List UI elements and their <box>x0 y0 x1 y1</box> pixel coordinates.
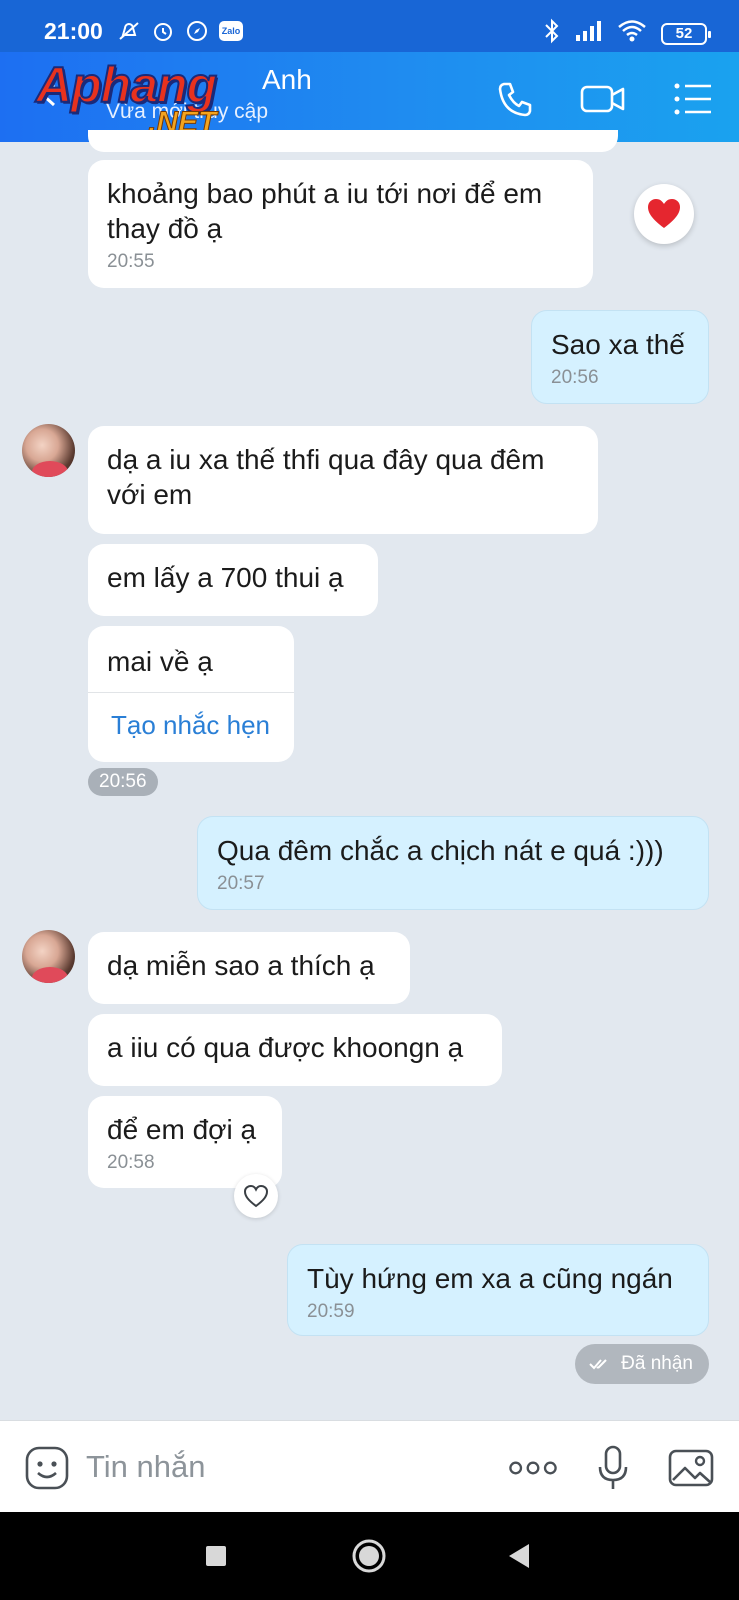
video-camera-icon <box>580 85 625 113</box>
video-call-button[interactable] <box>578 74 628 124</box>
home-button[interactable] <box>347 1534 391 1578</box>
more-options-button[interactable] <box>508 1443 558 1493</box>
emoji-sticker-icon <box>25 1446 69 1490</box>
recent-apps-button[interactable] <box>194 1534 238 1578</box>
menu-button[interactable] <box>668 74 718 124</box>
list-menu-icon <box>674 83 711 115</box>
back-button[interactable] <box>498 1534 542 1578</box>
double-check-icon <box>589 1359 607 1370</box>
phone-icon <box>498 82 532 117</box>
message-bubble-incoming[interactable]: dạ miễn sao a thích ạ <box>88 932 410 1004</box>
image-gallery-icon <box>668 1449 714 1487</box>
battery-indicator: 52 <box>661 22 711 45</box>
contact-avatar[interactable] <box>22 930 75 983</box>
alarm-off-icon <box>116 18 142 44</box>
divider <box>88 692 294 693</box>
message-bubble-incoming[interactable]: a iiu có qua được khoongn ạ <box>88 1014 502 1086</box>
message-bubble-outgoing[interactable]: Tùy hứng em xa a cũng ngán 20:59 <box>287 1244 709 1336</box>
heart-outline-icon <box>243 1184 269 1208</box>
message-time: 20:59 <box>307 1301 355 1322</box>
message-text: mai về ạ <box>107 646 213 677</box>
message-text: dạ miễn sao a thích ạ <box>107 950 375 981</box>
status-time: 21:00 <box>44 18 103 44</box>
contact-name[interactable]: Anh <box>262 64 312 96</box>
message-input-bar <box>0 1420 739 1512</box>
message-input[interactable] <box>86 1445 466 1489</box>
message-bubble-incoming[interactable]: khoảng bao phút a iu tới nơi để em thay … <box>88 160 593 288</box>
contact-avatar[interactable] <box>22 424 75 477</box>
message-text: Qua đêm chắc a chịch nát e quá :))) <box>217 835 664 866</box>
status-notification-icons: Zalo <box>116 18 244 44</box>
message-time: 20:57 <box>217 873 265 894</box>
previous-message-bubble <box>88 130 618 152</box>
message-time: 20:58 <box>107 1152 155 1173</box>
message-bubble-incoming[interactable]: dạ a iu xa thế thfi qua đây qua đêm với … <box>88 426 598 534</box>
delivery-status-text: Đã nhận <box>621 1353 693 1374</box>
status-bar: 21:00 Zalo 52 <box>0 0 739 52</box>
voice-message-button[interactable] <box>588 1443 638 1493</box>
message-time-chip: 20:56 <box>88 768 158 796</box>
sticker-button[interactable] <box>22 1443 72 1493</box>
back-triangle-icon <box>509 1544 529 1568</box>
message-bubble-with-action[interactable]: mai về ạ Tạo nhắc hẹn <box>88 626 294 762</box>
signal-icon <box>575 20 603 47</box>
bluetooth-icon <box>543 18 561 49</box>
zalo-app-icon: Zalo <box>218 18 244 44</box>
home-circle-icon <box>352 1539 386 1573</box>
alarm-clock-icon <box>150 18 176 44</box>
message-bubble-outgoing[interactable]: Sao xa thế 20:56 <box>531 310 709 404</box>
system-navigation-bar <box>0 1512 739 1600</box>
microphone-icon <box>598 1445 628 1489</box>
message-text: dạ a iu xa thế thfi qua đây qua đêm với … <box>107 444 545 510</box>
message-reaction[interactable] <box>634 184 694 244</box>
heart-filled-icon <box>648 199 680 228</box>
create-reminder-link[interactable]: Tạo nhắc hẹn <box>111 710 270 741</box>
message-bubble-outgoing[interactable]: Qua đêm chắc a chịch nát e quá :))) 20:5… <box>197 816 709 910</box>
top-bar: 21:00 Zalo 52 Anh Vừa mới truy cập Aphan… <box>0 0 739 142</box>
compass-icon <box>184 18 210 44</box>
message-time: 20:56 <box>551 367 599 388</box>
square-icon <box>206 1546 226 1566</box>
back-arrow-icon[interactable] <box>36 82 62 108</box>
message-time: 20:55 <box>107 251 155 272</box>
message-bubble-incoming[interactable]: em lấy a 700 thui ạ <box>88 544 378 616</box>
message-text: em lấy a 700 thui ạ <box>107 562 344 593</box>
message-text: Tùy hứng em xa a cũng ngán <box>307 1263 673 1294</box>
message-text: a iiu có qua được khoongn ạ <box>107 1032 464 1063</box>
contact-status: Vừa mới truy cập <box>106 100 269 123</box>
status-system-icons: 52 <box>543 18 711 49</box>
wifi-icon <box>617 19 647 48</box>
add-reaction-button[interactable] <box>234 1174 278 1218</box>
chat-header: Anh Vừa mới truy cập Aphang .NET <box>0 52 739 142</box>
call-button[interactable] <box>490 74 540 124</box>
more-dots-icon <box>509 1461 557 1475</box>
delivery-status-badge: Đã nhận <box>575 1344 709 1384</box>
photo-button[interactable] <box>666 1443 716 1493</box>
message-text: để em đợi ạ <box>107 1114 257 1145</box>
message-text: khoảng bao phút a iu tới nơi để em thay … <box>107 178 543 244</box>
zalo-badge: Zalo <box>219 21 243 41</box>
message-text: Sao xa thế <box>551 329 685 360</box>
